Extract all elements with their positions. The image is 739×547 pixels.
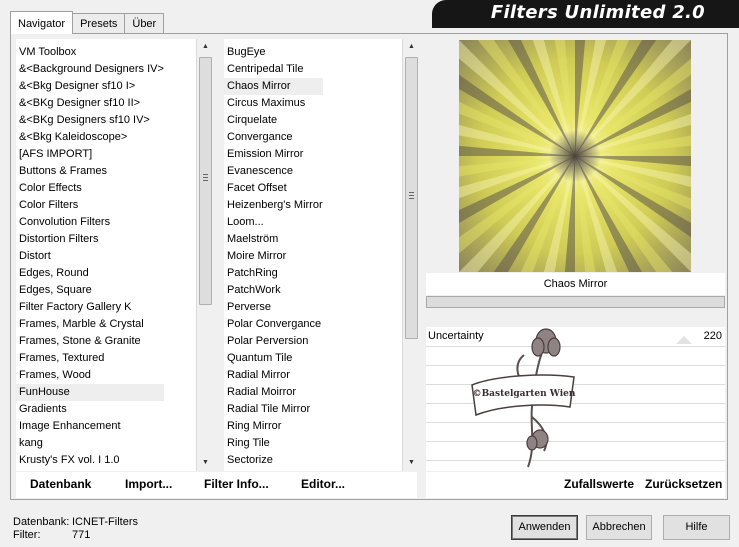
scroll-up-arrow-icon[interactable]: ▲ [403,39,420,55]
category-list-item[interactable]: &<BKg Designers sf10 IV> [16,112,164,129]
category-list-item[interactable]: [AFS IMPORT] [16,146,164,163]
filter-list-item[interactable]: PatchRing [224,265,323,282]
category-list-item[interactable]: Frames, Wood [16,367,164,384]
abbrechen-button[interactable]: Abbrechen [586,515,652,540]
category-list-item[interactable]: Gradients [16,401,164,418]
status-database: Datenbank: ICNET-Filters [13,516,138,528]
filter-list-item[interactable]: Ring Mirror [224,418,323,435]
status-db-value: ICNET-Filters [72,516,138,528]
filter-list-item[interactable]: Facet Offset [224,180,323,197]
filter-preview-image [459,40,691,272]
filter-list-item[interactable]: BugEye [224,44,323,61]
category-list[interactable]: VM Toolbox &<Background Designers IV> &<Bk… [16,39,196,471]
category-list-item[interactable]: kang [16,435,164,452]
tab-presets[interactable]: Presets [72,13,126,34]
category-list-item[interactable]: FunHouse [16,384,164,401]
category-scroll-thumb[interactable] [199,57,212,305]
category-scrollbar[interactable]: ▲ ▼ [196,39,213,471]
controls-action-bar: Zufallswerte Zurücksetzen [426,472,725,498]
status-filter-label: Filter: [13,529,41,541]
category-list-item[interactable]: Edges, Square [16,282,164,299]
category-list-items: VM Toolbox &<Background Designers IV> &<Bk… [16,44,164,469]
category-list-item[interactable]: Edges, Round [16,265,164,282]
filter-list-item[interactable]: Ring Tile [224,435,323,452]
app-title-banner: Filters Unlimited 2.0 [432,0,739,28]
filter-scrollbar[interactable]: ▲ ▼ [402,39,419,471]
filter-list-item[interactable]: Polar Convergance [224,316,323,333]
category-list-item[interactable]: Color Filters [16,197,164,214]
tab-bar: Navigator Presets Über [10,11,165,34]
category-list-item[interactable]: Distortion Filters [16,231,164,248]
status-db-label: Datenbank: [13,516,70,528]
category-list-item[interactable]: VM Toolbox [16,44,164,61]
preview-filter-name: Chaos Mirror [426,273,725,295]
filter-list-item[interactable]: Heizenberg's Mirror [224,197,323,214]
slider-marker-icon[interactable] [676,336,692,344]
filter-list-item[interactable]: Centripedal Tile [224,61,323,78]
category-list-item[interactable]: Image Enhancement [16,418,164,435]
category-list-item[interactable]: Filter Factory Gallery K [16,299,164,316]
filter-list-item[interactable]: Sectorize [224,452,323,469]
filter-list-items: BugEye Centripedal Tile Chaos Mirror Circus… [224,44,323,469]
scroll-down-arrow-icon[interactable]: ▼ [403,455,420,471]
category-list-item[interactable]: Distort [16,248,164,265]
filter-list-item[interactable]: Chaos Mirror [224,78,323,95]
anwenden-button[interactable]: Anwenden [511,515,578,540]
datenbank-button[interactable]: Datenbank [30,477,91,491]
zuruecksetzen-button[interactable]: Zurücksetzen [645,477,722,491]
filter-list-item[interactable]: Convergance [224,129,323,146]
filter-list-item[interactable]: Polar Perversion [224,333,323,350]
filter-list-item[interactable]: Emission Mirror [224,146,323,163]
category-list-item[interactable]: Krusty's FX vol. I 1.0 [16,452,164,469]
category-list-item[interactable]: Frames, Stone & Granite [16,333,164,350]
filter-list-item[interactable]: Quantum Tile [224,350,323,367]
filter-list-item[interactable]: Circus Maximus [224,95,323,112]
watermark-text: ©Bastelgarten Wien [473,389,576,399]
filter-list[interactable]: BugEye Centripedal Tile Chaos Mirror Circus… [224,39,402,471]
category-list-item[interactable]: Frames, Textured [16,350,164,367]
zufallswerte-button[interactable]: Zufallswerte [564,477,634,491]
filter-scroll-thumb[interactable] [405,57,418,339]
filter-list-item[interactable]: Radial Moirror [224,384,323,401]
editor-button[interactable]: Editor... [301,477,345,491]
category-list-item[interactable]: &<Bkg Kaleidoscope> [16,129,164,146]
filter-info-button[interactable]: Filter Info... [204,477,269,491]
scroll-up-arrow-icon[interactable]: ▲ [197,39,214,55]
tab-navigator[interactable]: Navigator [10,11,74,34]
navigator-action-bar: Datenbank Import... Filter Info... Edito… [16,472,417,498]
watermark-logo-icon: ©Bastelgarten Wien [471,328,576,468]
app-title: Filters Unlimited 2.0 [490,2,705,23]
tab-uber[interactable]: Über [124,13,165,34]
filter-list-item[interactable]: Radial Tile Mirror [224,401,323,418]
hilfe-button[interactable]: Hilfe [663,515,730,540]
filter-controls-panel: Uncertainty 220 ©Bastelgarten Wien [426,327,725,471]
category-list-item[interactable]: &<Background Designers IV> [16,61,164,78]
category-list-item[interactable]: Buttons & Frames [16,163,164,180]
category-list-item[interactable]: &<BKg Designer sf10 II> [16,95,164,112]
control-value: 220 [703,330,722,342]
category-list-item[interactable]: Frames, Marble & Crystal [16,316,164,333]
status-filter-value: 771 [72,529,91,541]
preview-slider-bar[interactable] [426,296,725,308]
filter-list-item[interactable]: Maelström [224,231,323,248]
category-list-item[interactable]: &<Bkg Designer sf10 I> [16,78,164,95]
filter-list-item[interactable]: Loom... [224,214,323,231]
filter-list-item[interactable]: Moire Mirror [224,248,323,265]
import-button[interactable]: Import... [125,477,172,491]
filter-list-item[interactable]: Evanescence [224,163,323,180]
filter-list-item[interactable]: Cirquelate [224,112,323,129]
scroll-down-arrow-icon[interactable]: ▼ [197,455,214,471]
filter-list-item[interactable]: Radial Mirror [224,367,323,384]
status-filter-count: Filter: 771 [13,529,90,541]
category-list-item[interactable]: Color Effects [16,180,164,197]
filter-list-item[interactable]: Perverse [224,299,323,316]
filter-list-item[interactable]: PatchWork [224,282,323,299]
category-list-item[interactable]: Convolution Filters [16,214,164,231]
